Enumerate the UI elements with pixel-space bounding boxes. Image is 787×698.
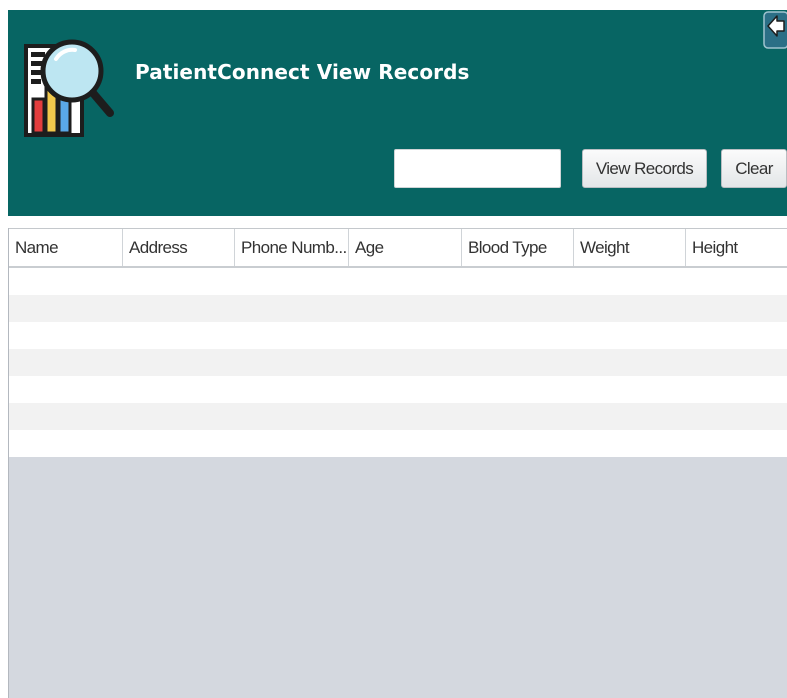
table-row[interactable] — [9, 322, 787, 349]
table-row[interactable] — [9, 403, 787, 430]
column-header-age[interactable]: Age — [349, 229, 462, 266]
table-row[interactable] — [9, 376, 787, 403]
table-row[interactable] — [9, 268, 787, 295]
back-arrow-icon[interactable] — [763, 10, 787, 50]
page-title: PatientConnect View Records — [135, 60, 470, 84]
column-header-phone-number[interactable]: Phone Numb... — [235, 229, 349, 266]
clear-button[interactable]: Clear — [721, 149, 787, 188]
column-header-address[interactable]: Address — [123, 229, 235, 266]
app-header: PatientConnect View Records View Records… — [8, 10, 787, 216]
records-search-icon — [24, 39, 114, 137]
column-header-name[interactable]: Name — [9, 229, 123, 266]
table-body — [9, 268, 787, 457]
column-header-height[interactable]: Height — [686, 229, 787, 266]
table-row[interactable] — [9, 349, 787, 376]
table-header: Name Address Phone Numb... Age Blood Typ… — [9, 228, 787, 268]
column-header-blood-type[interactable]: Blood Type — [462, 229, 574, 266]
search-input[interactable] — [394, 149, 561, 188]
view-records-button[interactable]: View Records — [582, 149, 707, 188]
table-row[interactable] — [9, 430, 787, 457]
records-table: Name Address Phone Numb... Age Blood Typ… — [8, 228, 787, 698]
table-row[interactable] — [9, 295, 787, 322]
column-header-weight[interactable]: Weight — [574, 229, 686, 266]
